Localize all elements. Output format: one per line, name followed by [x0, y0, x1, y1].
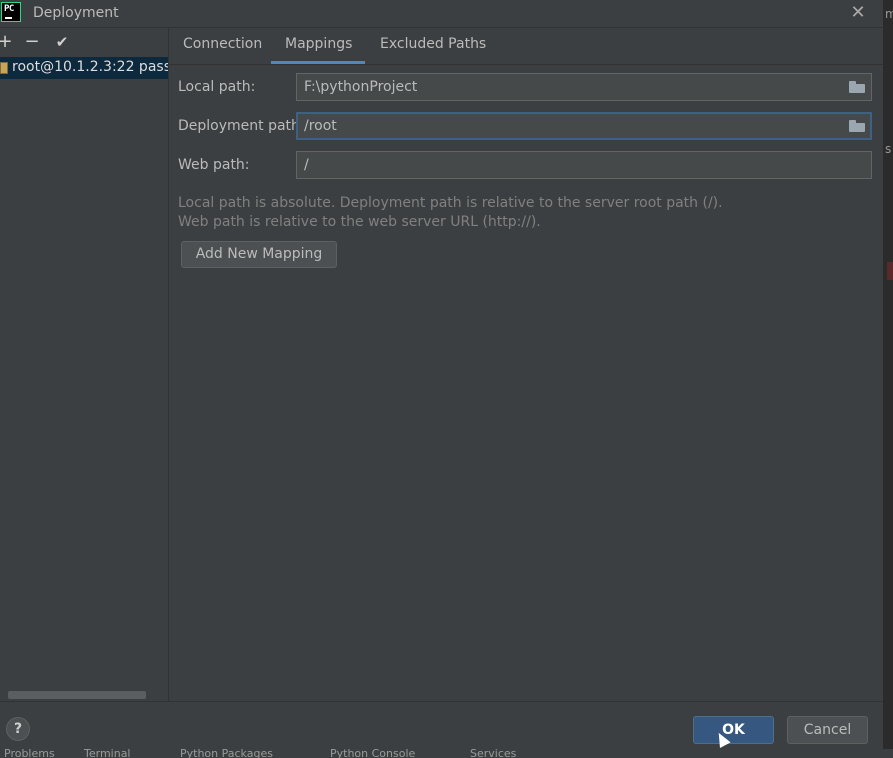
add-new-mapping-button[interactable]: Add New Mapping [181, 241, 337, 268]
set-default-button[interactable]: ✔ [51, 31, 73, 53]
tab-mappings[interactable]: Mappings [285, 36, 352, 52]
status-python-packages[interactable]: Python Packages [180, 749, 273, 758]
tab-bar: Connection Mappings Excluded Paths [169, 28, 883, 65]
tab-excluded-paths[interactable]: Excluded Paths [380, 36, 486, 52]
ok-button[interactable]: OK [693, 716, 774, 744]
server-toolbar: + − ✔ [0, 28, 168, 56]
deployment-path-value: /root [304, 118, 337, 134]
server-list-item[interactable]: root@10.1.2.3:22 passw [0, 57, 168, 79]
server-label: root@10.1.2.3:22 passw [12, 59, 168, 75]
dialog-button-bar: ? OK Cancel [0, 701, 883, 750]
deployment-path-field[interactable]: /root [296, 112, 872, 140]
status-terminal[interactable]: Terminal [84, 749, 131, 758]
web-path-field[interactable]: / [296, 151, 872, 179]
browse-folder-icon[interactable] [849, 120, 865, 132]
cancel-button[interactable]: Cancel [787, 716, 868, 744]
hint-local-path: Local path is absolute. Deployment path … [178, 195, 723, 211]
browse-folder-icon[interactable] [849, 81, 865, 93]
ide-status-bar: Problems Terminal Python Packages Python… [0, 749, 893, 758]
edge-fragment: m [885, 7, 893, 21]
hint-web-path: Web path is relative to the web server U… [178, 214, 541, 230]
remove-server-button[interactable]: − [21, 31, 43, 53]
server-list-panel: + − ✔ root@10.1.2.3:22 passw [0, 28, 169, 701]
edge-marker [887, 262, 893, 280]
sftp-server-icon [0, 62, 8, 74]
local-path-value: F:\pythonProject [304, 79, 418, 95]
status-problems[interactable]: Problems [4, 749, 55, 758]
status-services[interactable]: Services [470, 749, 516, 758]
local-path-field[interactable]: F:\pythonProject [296, 73, 872, 101]
close-icon[interactable]: ✕ [848, 3, 868, 23]
tab-connection[interactable]: Connection [183, 36, 262, 52]
edge-fragment: s [885, 142, 892, 156]
help-button[interactable]: ? [6, 717, 30, 741]
local-path-label: Local path: [178, 79, 256, 95]
add-server-button[interactable]: + [0, 31, 16, 53]
title-bar: PC Deployment ✕ [0, 0, 893, 28]
window-title: Deployment [33, 5, 119, 21]
app-logo-text: PC [4, 4, 14, 14]
web-path-value: / [304, 157, 309, 173]
deployment-path-label: Deployment path: [178, 118, 305, 134]
web-path-label: Web path: [178, 157, 250, 173]
status-python-console[interactable]: Python Console [330, 749, 415, 758]
active-tab-indicator [271, 61, 365, 64]
horizontal-scrollbar[interactable] [8, 691, 146, 699]
background-window-edge: m s [883, 0, 893, 758]
pycharm-logo-icon: PC [1, 2, 21, 22]
